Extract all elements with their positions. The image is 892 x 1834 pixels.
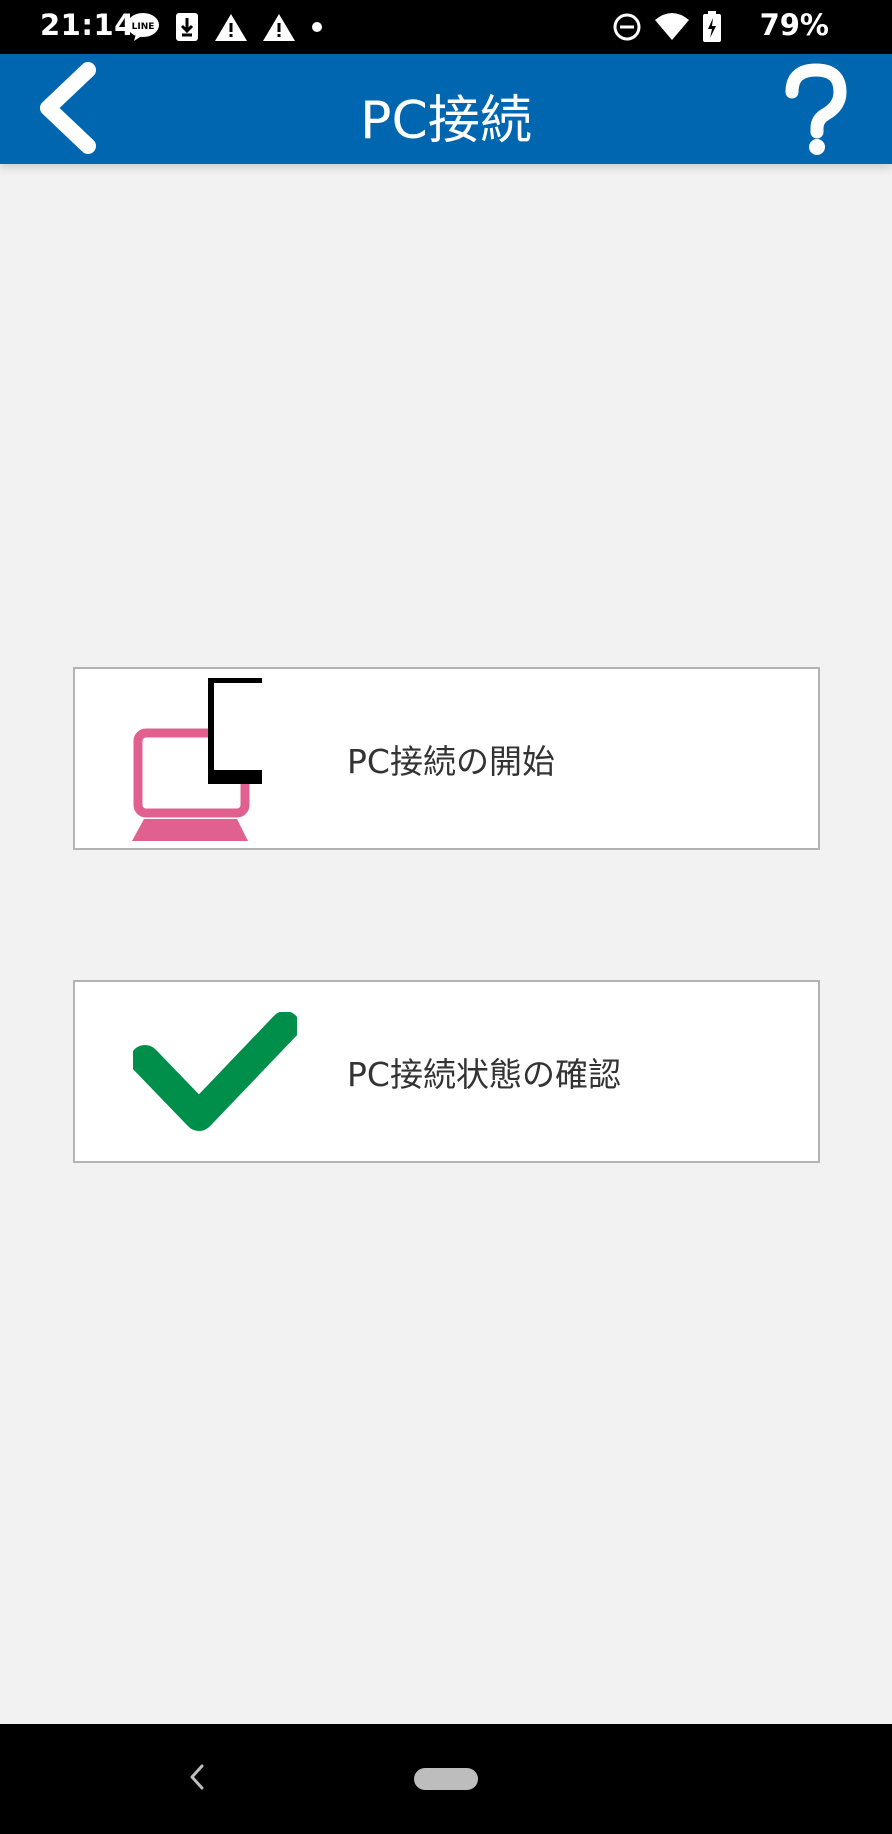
pc-connect-start-label: PC接続の開始 — [347, 742, 555, 781]
pc-connect-status-button[interactable]: PC接続状態の確認 — [73, 980, 820, 1163]
status-icons-right — [612, 8, 722, 46]
dot-icon — [312, 22, 322, 32]
question-icon — [785, 63, 847, 155]
line-icon: LINE — [127, 13, 159, 41]
wifi-icon — [655, 13, 689, 40]
pc-connect-start-button[interactable]: PC接続の開始 — [73, 667, 820, 850]
checkmark-icon — [133, 1012, 297, 1131]
status-time: 21:14 — [40, 8, 135, 42]
app-bar: PC接続 — [0, 54, 892, 164]
download-icon — [176, 13, 198, 41]
nav-back-icon — [190, 1764, 204, 1790]
battery-percent: 79% — [759, 8, 829, 42]
battery-charging-icon — [703, 11, 721, 42]
dnd-icon — [613, 13, 641, 41]
pc-phone-icon — [132, 678, 262, 841]
pc-connect-status-label: PC接続状態の確認 — [347, 1055, 621, 1094]
warning-icon — [263, 14, 295, 41]
svg-text:LINE: LINE — [132, 22, 155, 32]
page-title: PC接続 — [360, 91, 532, 151]
nav-home-pill[interactable] — [414, 1768, 478, 1790]
warning-icon — [215, 14, 247, 41]
system-nav-bar — [0, 1724, 892, 1834]
status-bar: 21:14 LINE 79% — [0, 0, 892, 54]
nav-back-button[interactable] — [182, 1752, 212, 1802]
help-button[interactable] — [776, 62, 856, 158]
status-icons-left: LINE — [126, 10, 324, 44]
